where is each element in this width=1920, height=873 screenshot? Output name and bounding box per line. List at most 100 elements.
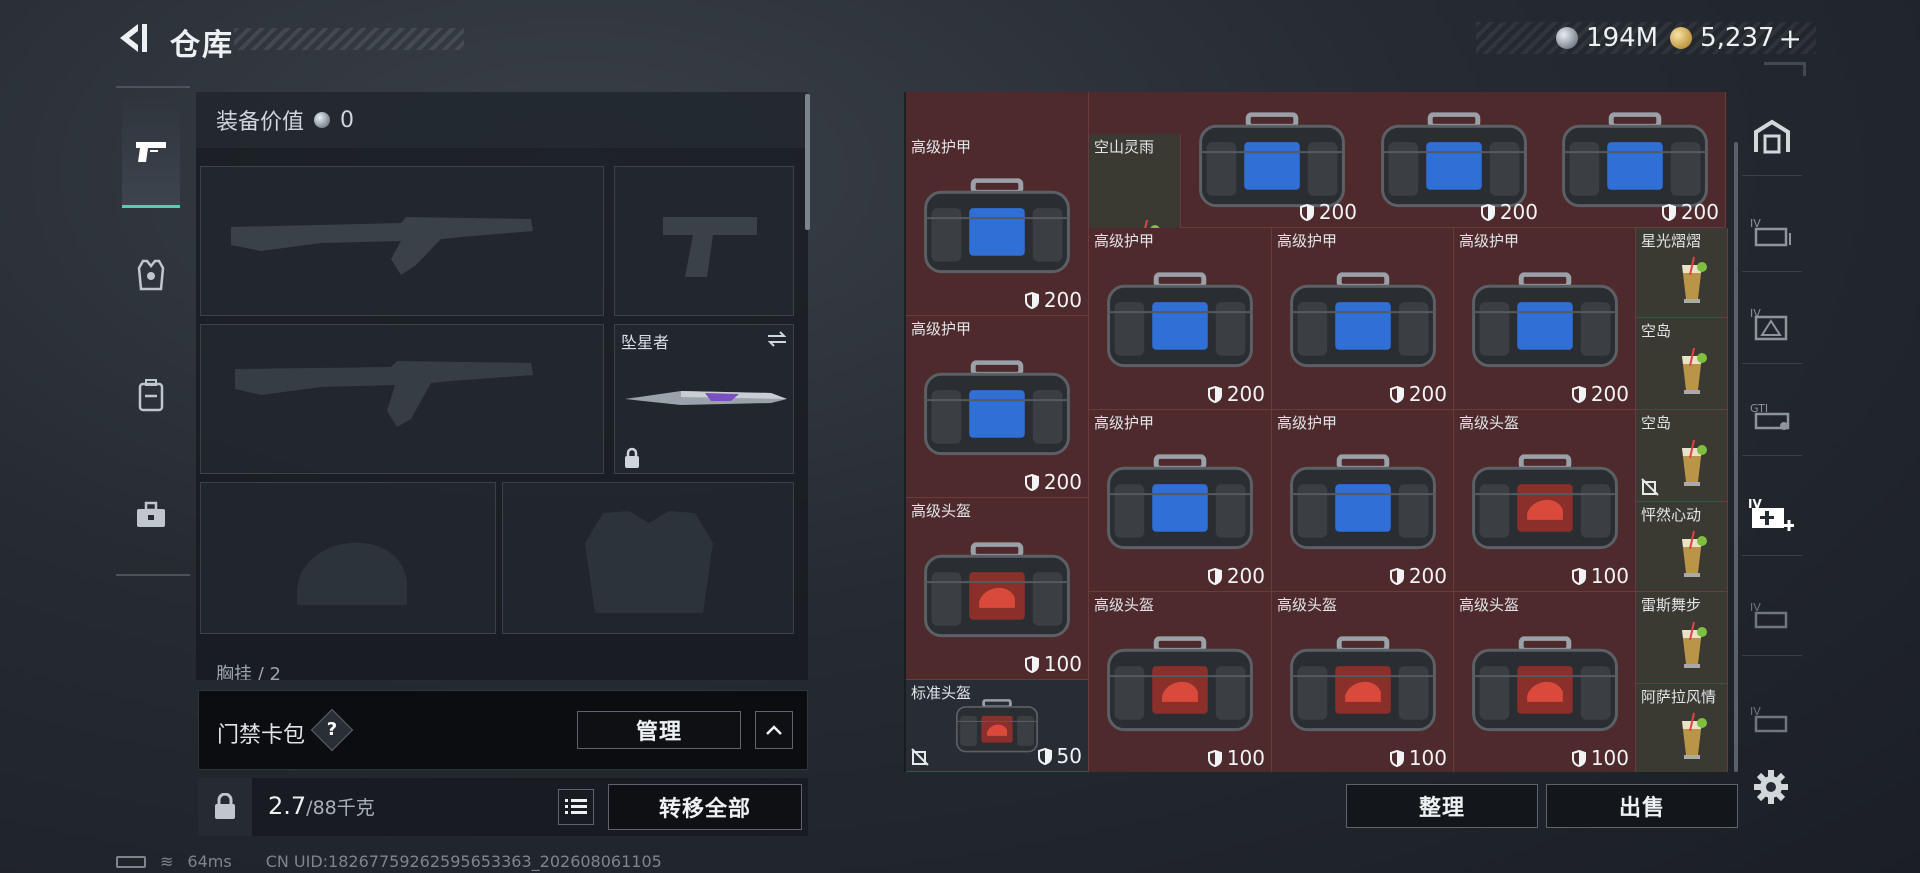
helmet-slot[interactable] — [200, 482, 496, 634]
user-uid: CN UID:1826775926259565336​3_20260806110… — [265, 852, 662, 871]
currency-bar: 194M 5,237 + — [1476, 22, 1816, 55]
item-value: 100 — [1571, 564, 1629, 588]
settings-gear-icon[interactable] — [1752, 768, 1790, 806]
armor-bag-icon — [924, 178, 1070, 274]
inventory-item[interactable]: 高级头盔 100 — [1454, 410, 1636, 592]
nav-armor-tab[interactable] — [122, 220, 180, 330]
inventory-scrollbar[interactable] — [1734, 142, 1738, 772]
gold-coin-icon — [1670, 27, 1693, 49]
item-value-text: 200 — [1226, 564, 1265, 588]
swap-icon[interactable] — [765, 329, 789, 349]
rail-container-5[interactable]: IV — [1742, 680, 1802, 760]
inventory-item[interactable]: 高级护甲 200 — [1272, 410, 1454, 592]
armor-durability-icon — [1207, 749, 1222, 767]
inventory-item[interactable]: 空岛 — [1636, 410, 1728, 502]
rail-container-4[interactable]: IV — [1742, 576, 1802, 656]
inventory-item[interactable]: 高级头盔 100 — [906, 498, 1089, 680]
manage-button[interactable]: 管理 — [577, 711, 741, 749]
item-name: 高级头盔 — [1094, 596, 1155, 614]
nav-toolbox-tab[interactable] — [122, 460, 180, 570]
silver-amount: 194M — [1586, 23, 1659, 53]
sell-button[interactable]: 出售 — [1546, 784, 1738, 828]
inventory-item[interactable]: 空岛 — [1636, 318, 1728, 410]
item-name: 高级护甲 — [1094, 232, 1155, 250]
chevron-up-icon — [766, 725, 782, 735]
item-name: 星光熠熠 — [1641, 232, 1702, 250]
item-value: 200 — [1661, 200, 1719, 224]
melee-slot[interactable]: 坠星者 — [614, 324, 794, 474]
inventory-item[interactable]: 雷斯舞步 — [1636, 592, 1728, 684]
helmet-bag-icon — [1471, 636, 1618, 732]
container-gti-icon: GTI — [1750, 402, 1790, 430]
inventory-item[interactable]: 200 — [1363, 92, 1545, 228]
collapse-button[interactable] — [755, 711, 793, 749]
melee-name: 坠星者 — [621, 333, 670, 352]
rail-container-add[interactable]: IV — [1742, 476, 1802, 556]
inventory-item[interactable]: 高级护甲 200 — [1454, 228, 1636, 410]
silver-currency: 194M — [1556, 23, 1658, 53]
equipment-panel: 装备价值 0 坠星者 胸挂 / 2 — [196, 92, 808, 680]
armor-durability-icon — [1207, 385, 1222, 403]
armor-durability-icon — [1571, 385, 1586, 403]
armor-durability-icon — [1571, 749, 1586, 767]
sidearm-slot[interactable] — [614, 166, 794, 316]
help-icon[interactable]: ? — [310, 708, 354, 752]
helmet-bag-icon — [955, 699, 1039, 753]
cocktail-icon — [1682, 348, 1708, 395]
add-currency-button[interactable]: + — [1779, 22, 1802, 55]
item-value: 100 — [1024, 652, 1082, 676]
silver-coin-icon — [314, 112, 331, 128]
item-value: 200 — [1299, 200, 1357, 224]
container-iv-icon: IV — [1750, 705, 1788, 733]
inventory-item[interactable]: 阿萨拉风情 — [1636, 684, 1728, 772]
inventory-item[interactable]: 高级护甲 200 — [906, 134, 1089, 316]
max-weight: /88千克 — [306, 797, 375, 819]
inventory-item[interactable]: 200 — [1181, 92, 1364, 228]
armor-durability-icon — [1389, 385, 1404, 403]
inventory-item[interactable]: 高级护甲 200 — [1089, 410, 1272, 592]
nav-backpack-tab[interactable] — [122, 340, 180, 450]
armor-durability-icon — [1480, 203, 1495, 221]
inventory-item[interactable]: 高级护甲 200 — [906, 316, 1089, 498]
item-value: 200 — [1024, 288, 1082, 312]
sort-button[interactable]: 整理 — [1346, 784, 1538, 828]
item-value: 100 — [1571, 746, 1629, 770]
rail-container-3[interactable]: GTI — [1742, 376, 1802, 456]
armor-bag-icon — [1380, 112, 1527, 208]
inventory-item[interactable]: 高级护甲 200 — [1089, 228, 1272, 410]
back-arrow-icon[interactable] — [112, 18, 152, 58]
current-weight: 2.7 — [268, 792, 307, 820]
primary-weapon-slot[interactable] — [200, 166, 604, 316]
inventory-item[interactable]: 高级护甲 200 — [1272, 228, 1454, 410]
ping-value: 64ms — [187, 852, 232, 871]
inventory-item[interactable]: 标准头盔 50 — [906, 680, 1089, 772]
container-warning-icon: IV — [1750, 307, 1788, 340]
list-view-button[interactable] — [558, 789, 594, 825]
inventory-item[interactable]: 星光熠熠 — [1636, 228, 1728, 318]
wifi-icon: ≋ — [160, 852, 174, 871]
item-value-text: 200 — [1318, 200, 1357, 224]
secondary-weapon-slot[interactable] — [200, 324, 604, 474]
container-rail: IV IV GTI IV IV IV — [1742, 96, 1802, 776]
rail-container-2[interactable]: IV — [1742, 284, 1802, 364]
nav-weapon-tab[interactable] — [122, 98, 180, 208]
carry-weight: 2.7/88千克 — [268, 792, 375, 820]
cocktail-icon — [1682, 440, 1708, 487]
inventory-item[interactable]: 200 — [1544, 92, 1726, 228]
weight-lock-button[interactable] — [198, 778, 252, 836]
rail-container-1[interactable]: IV — [1742, 192, 1802, 272]
transfer-all-button[interactable]: 转移全部 — [608, 784, 802, 830]
body-armor-slot[interactable] — [502, 482, 794, 634]
rail-safe-box[interactable] — [1742, 96, 1802, 176]
item-name: 雷斯舞步 — [1641, 596, 1702, 614]
armor-bag-icon — [1289, 272, 1436, 368]
item-value: 100 — [1207, 746, 1265, 770]
inventory-item[interactable]: 怦然心动 — [1636, 502, 1728, 592]
gold-currency[interactable]: 5,237 + — [1670, 22, 1802, 55]
inventory-item[interactable]: 高级头盔 100 — [1089, 592, 1272, 772]
equipment-scrollbar[interactable] — [805, 94, 810, 230]
inventory-panel: 75200200200高级护甲200空山灵雨高级护甲200高级护甲200高级护甲… — [904, 92, 1728, 772]
item-value-text: 100 — [1226, 746, 1265, 770]
inventory-item[interactable]: 高级头盔 100 — [1454, 592, 1636, 772]
inventory-item[interactable]: 高级头盔 100 — [1272, 592, 1454, 772]
